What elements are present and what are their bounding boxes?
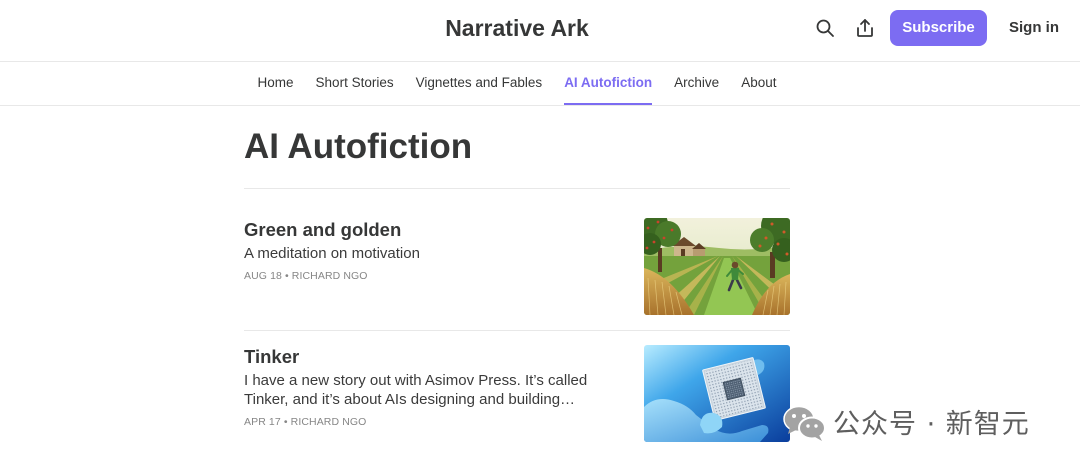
search-button[interactable] — [815, 18, 835, 38]
nav-tabs: Home Short Stories Vignettes and Fables … — [0, 62, 1034, 105]
post-meta: APR 17 • RICHARD NGO — [244, 415, 620, 429]
post-meta: AUG 18 • RICHARD NGO — [244, 269, 620, 283]
post-subtitle: A meditation on motivation — [244, 245, 420, 262]
post-title[interactable]: Tinker — [244, 345, 620, 369]
sign-in-link[interactable]: Sign in — [1009, 14, 1059, 42]
post-date: AUG 18 — [244, 270, 282, 282]
share-icon[interactable] — [855, 18, 875, 38]
post-text: Tinker I have a new story out with Asimo… — [244, 345, 620, 442]
tab-home[interactable]: Home — [258, 62, 294, 105]
meta-separator: • — [283, 416, 288, 428]
post-list: Green and golden A meditation on motivat… — [244, 204, 790, 457]
post-item[interactable]: Green and golden A meditation on motivat… — [244, 204, 790, 331]
tab-ai-autofiction[interactable]: AI Autofiction — [564, 62, 653, 105]
search-icon[interactable] — [815, 18, 835, 38]
watermark-text: 公众号 · 新智元 — [833, 409, 1030, 440]
wechat-icon — [783, 403, 827, 443]
share-button[interactable] — [855, 18, 875, 38]
tab-vignettes-and-fables[interactable]: Vignettes and Fables — [416, 62, 543, 105]
thumbnail-image[interactable] — [644, 218, 790, 315]
nav-bar: Home Short Stories Vignettes and Fables … — [0, 62, 1080, 106]
post-item[interactable]: Tinker I have a new story out with Asimo… — [244, 331, 790, 457]
post-title[interactable]: Green and golden — [244, 218, 620, 242]
post-subtitle: I have a new story out with Asimov Press… — [244, 372, 588, 408]
tab-short-stories[interactable]: Short Stories — [316, 62, 394, 105]
subscribe-button[interactable]: Subscribe — [890, 10, 987, 46]
tab-about[interactable]: About — [741, 62, 776, 105]
main-content: AI Autofiction Green and golden A medita… — [244, 106, 790, 457]
post-author[interactable]: RICHARD NGO — [292, 270, 368, 282]
thumbnail-image[interactable] — [644, 345, 790, 442]
page-title: AI Autofiction — [244, 106, 790, 189]
post-author[interactable]: RICHARD NGO — [291, 416, 367, 428]
post-text: Green and golden A meditation on motivat… — [244, 218, 620, 315]
post-thumbnail[interactable] — [644, 218, 790, 315]
tab-archive[interactable]: Archive — [674, 62, 719, 105]
meta-separator: • — [284, 270, 289, 282]
site-title[interactable]: Narrative Ark — [0, 14, 1034, 42]
site-header: Narrative Ark Subscribe Sign in — [0, 0, 1080, 62]
post-date: APR 17 — [244, 416, 281, 428]
post-thumbnail[interactable] — [644, 345, 790, 442]
